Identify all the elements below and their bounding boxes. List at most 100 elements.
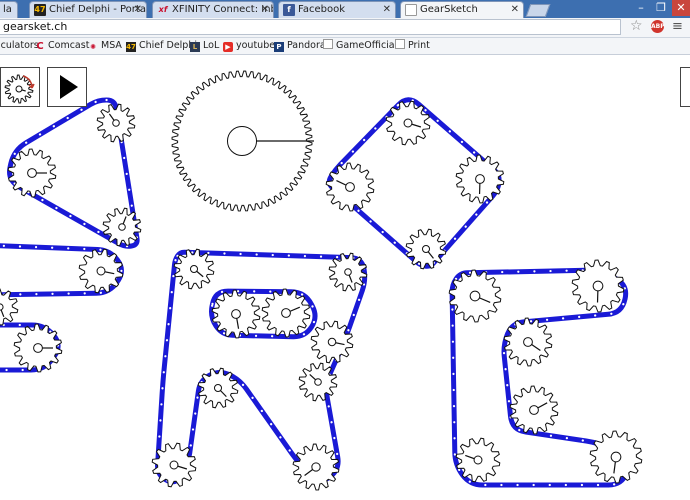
bookmark-label: Pandora [287, 40, 326, 51]
gear[interactable] [78, 248, 124, 294]
bookmark-gameofficials[interactable]: GameOfficials [323, 38, 402, 54]
bookmark-label: lculators [0, 40, 39, 51]
gear[interactable] [211, 289, 261, 339]
tab-partial[interactable]: la [0, 1, 18, 18]
minimize-icon[interactable]: – [632, 0, 650, 16]
gear-tool-button[interactable] [0, 67, 40, 107]
adblock-extension-icon[interactable]: ABP [651, 20, 665, 33]
gear[interactable] [102, 207, 142, 247]
gear[interactable] [385, 100, 431, 146]
gear-axle [314, 378, 322, 386]
gear-axle [226, 125, 258, 157]
gear-axle [473, 455, 483, 465]
bookmarks-bar: lculators C Comcast ✺ MSA 47 Chief Delphi L… [0, 38, 690, 55]
bookmark-label: Comcast [48, 40, 90, 51]
document-icon [323, 39, 333, 49]
gear-axle [344, 268, 352, 276]
gear-axle [529, 405, 539, 415]
bookmark-pandora[interactable]: P Pandora [274, 38, 326, 54]
play-icon [60, 75, 78, 99]
gear-axle [33, 343, 43, 353]
maximize-icon[interactable]: ❐ [652, 0, 670, 16]
youtube-icon: ▶ [223, 42, 233, 52]
gear[interactable] [589, 430, 643, 484]
close-tab-icon[interactable]: ✕ [134, 2, 142, 17]
menu-icon[interactable]: ≡ [672, 19, 683, 34]
bookmark-calculators[interactable]: lculators [0, 38, 39, 54]
bookmark-msa[interactable]: ✺ MSA [88, 38, 122, 54]
tab-gearsketch[interactable]: GearSketch ✕ [400, 1, 524, 18]
gear-axle [15, 85, 23, 93]
bookmark-label: Print [408, 40, 430, 51]
bookmark-lol[interactable]: L LoL [190, 38, 219, 54]
gear[interactable] [509, 385, 559, 435]
bookmark-label: GameOfficials [336, 40, 403, 51]
bookmark-label: LoL [203, 40, 220, 51]
chief-delphi-icon: 47 [126, 42, 136, 52]
play-button[interactable] [47, 67, 87, 107]
gear-axle [189, 264, 199, 274]
msa-icon: ✺ [90, 43, 96, 51]
bookmark-youtube[interactable]: ▶ youtube [223, 38, 275, 54]
browser-toolbar: gearsket.ch ☆ ABP ≡ [0, 18, 690, 38]
facebook-icon: f [283, 4, 295, 16]
gear-axle [311, 462, 321, 472]
gear-axle [213, 383, 223, 393]
bookmark-chief-delphi[interactable]: 47 Chief Delphi [126, 38, 197, 54]
lol-icon: L [190, 42, 200, 52]
gear-axle [523, 337, 533, 347]
gear-axle [281, 308, 291, 318]
new-tab-button[interactable] [525, 4, 551, 17]
bookmark-label: youtube [236, 40, 276, 51]
gear[interactable] [328, 252, 368, 292]
tab-label: XFINITY Connect: Inbox [172, 4, 273, 15]
help-button[interactable] [680, 67, 690, 107]
gear-axle [231, 309, 241, 319]
tab-facebook[interactable]: f Facebook ✕ [278, 1, 396, 18]
bookmark-label: Chief Delphi [139, 40, 197, 51]
gear-axle [0, 303, 4, 311]
gear[interactable] [151, 442, 197, 488]
address-bar[interactable]: gearsket.ch [0, 19, 621, 35]
tab-label: la [3, 4, 12, 15]
document-icon [395, 39, 405, 49]
gear[interactable] [405, 228, 447, 270]
bookmark-print[interactable]: Print [395, 38, 430, 54]
gear[interactable] [292, 443, 340, 491]
gear-sketch-icon [4, 74, 35, 104]
gear-axle [112, 119, 120, 127]
gear-axle [469, 290, 481, 302]
tab-label: Chief Delphi - Portal [49, 4, 147, 15]
gear[interactable] [96, 103, 136, 143]
gear-axle [421, 244, 431, 254]
close-tab-icon[interactable]: ✕ [261, 2, 269, 17]
gear-canvas[interactable] [0, 55, 690, 500]
document-icon [405, 4, 417, 16]
tab-label: Facebook [298, 4, 345, 15]
close-window-icon[interactable]: ✕ [672, 0, 690, 16]
gear-axle [327, 337, 337, 347]
close-tab-icon[interactable]: ✕ [383, 2, 391, 17]
gear-axle [610, 451, 622, 463]
gear-layer [0, 70, 643, 491]
gear[interactable] [173, 248, 215, 290]
bookmark-star-icon[interactable]: ☆ [630, 18, 643, 34]
gear-axle [169, 460, 179, 470]
gear[interactable] [298, 362, 338, 402]
gear[interactable] [197, 367, 239, 409]
gear[interactable] [571, 259, 625, 313]
tab-chief-delphi[interactable]: 47 Chief Delphi - Portal ✕ [29, 1, 147, 18]
close-tab-icon[interactable]: ✕ [511, 2, 519, 17]
url-text: gearsket.ch [3, 20, 68, 33]
gear-axle [592, 280, 604, 292]
gear[interactable] [455, 437, 501, 483]
gearsketch-page [0, 55, 690, 500]
gear[interactable] [171, 70, 314, 212]
gear-axle [403, 118, 413, 128]
gear[interactable] [13, 323, 63, 373]
gear[interactable] [310, 320, 354, 364]
bookmark-comcast[interactable]: C Comcast [35, 38, 89, 54]
gear[interactable] [455, 154, 505, 204]
tab-xfinity[interactable]: xf XFINITY Connect: Inbox ✕ [152, 1, 274, 18]
gear[interactable] [261, 288, 311, 338]
